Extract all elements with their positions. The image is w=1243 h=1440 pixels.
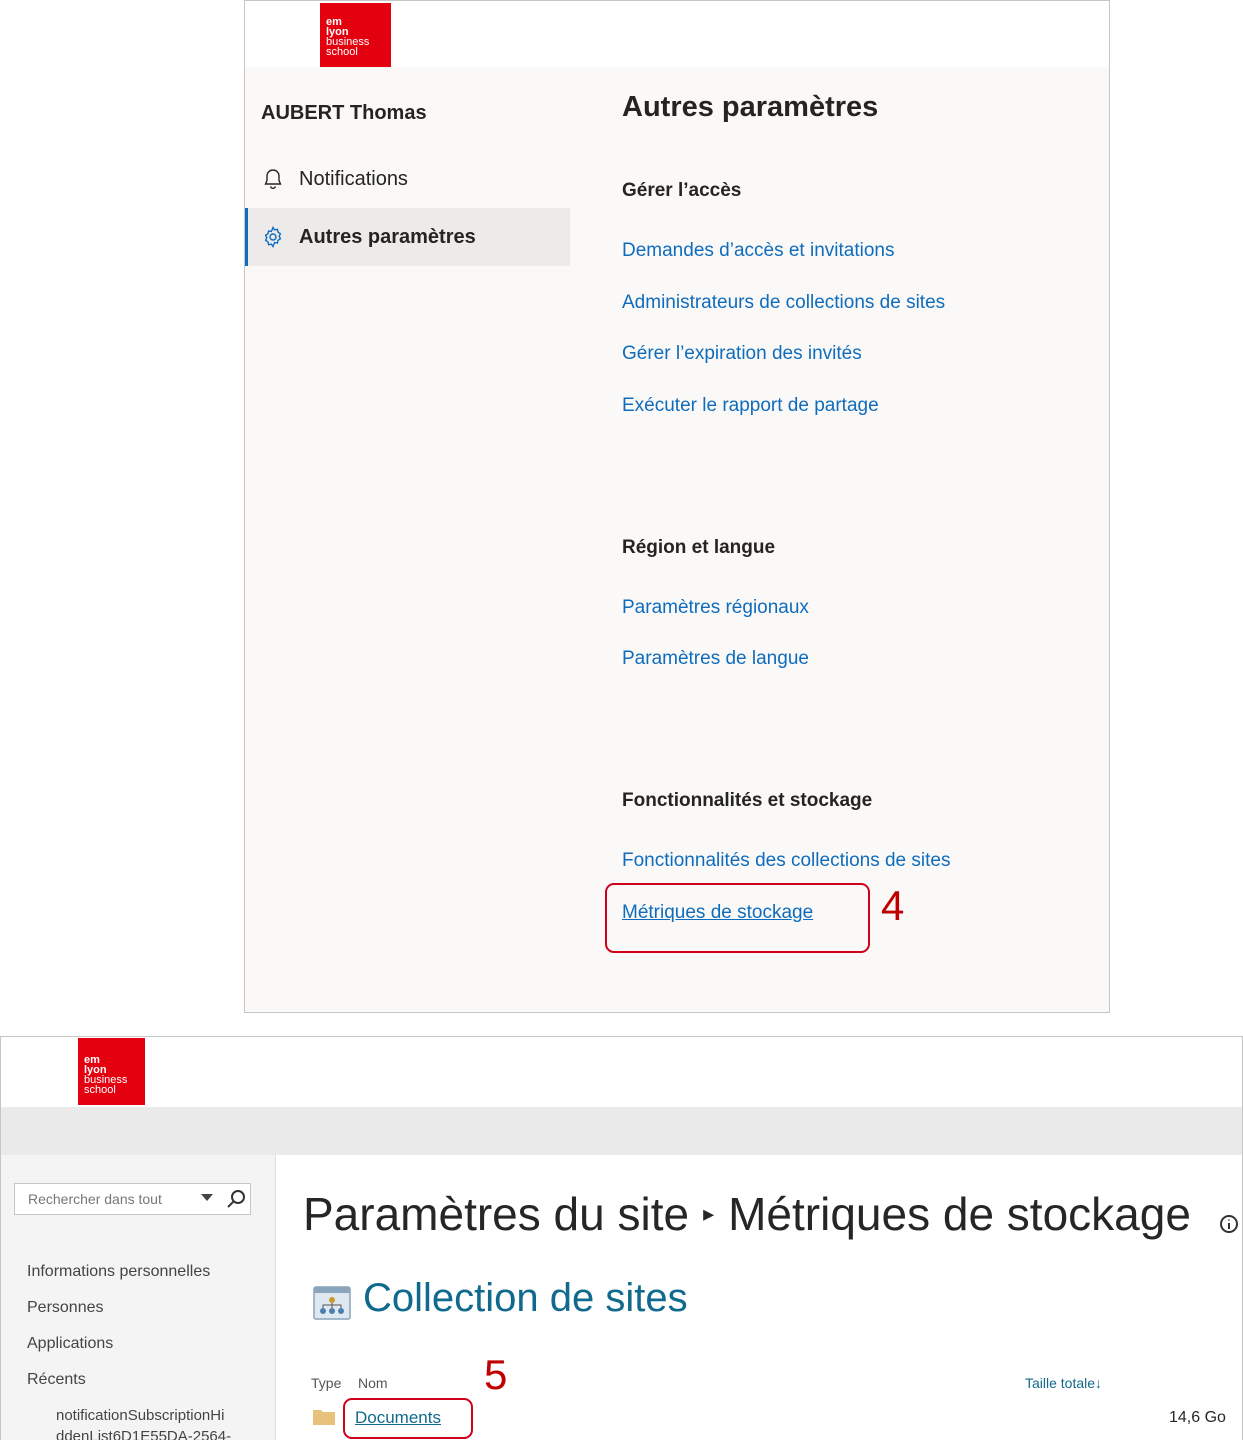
page-title: Autres paramètres bbox=[622, 91, 879, 123]
link-administrateurs[interactable]: Administrateurs de collections de sites bbox=[622, 292, 945, 314]
site-collection-icon bbox=[313, 1286, 351, 1320]
bell-icon bbox=[264, 169, 282, 190]
info-icon[interactable] bbox=[1217, 1212, 1241, 1236]
section-heading-region: Région et langue bbox=[622, 537, 776, 558]
emlyon-logo[interactable]: em lyon business school bbox=[320, 3, 391, 67]
column-header-name[interactable]: Nom bbox=[358, 1375, 388, 1391]
settings-panel: em lyon business school AUBERT Thomas No… bbox=[244, 0, 1110, 1013]
gear-icon bbox=[264, 226, 282, 248]
breadcrumb-separator: ▸ bbox=[703, 1200, 715, 1226]
sp-header: em lyon business school bbox=[1, 1037, 1242, 1107]
column-header-type[interactable]: Type bbox=[311, 1375, 341, 1391]
logo-text-school: school bbox=[84, 1084, 116, 1096]
link-expiration-invites[interactable]: Gérer l’expiration des invités bbox=[622, 343, 862, 365]
section-heading-fonctionnalites: Fonctionnalités et stockage bbox=[622, 790, 873, 811]
search-icon[interactable] bbox=[225, 1188, 247, 1210]
search-input[interactable] bbox=[15, 1184, 195, 1214]
nav-item-autres-parametres[interactable]: Autres paramètres bbox=[245, 208, 570, 266]
user-name: AUBERT Thomas bbox=[261, 102, 427, 124]
step-number-4: 4 bbox=[881, 882, 905, 929]
link-rapport-partage[interactable]: Exécuter le rapport de partage bbox=[622, 395, 879, 417]
section-heading-acces: Gérer l’accès bbox=[622, 180, 742, 201]
recent-item-line1[interactable]: notificationSubscriptionHi bbox=[56, 1405, 224, 1426]
left-navigation: Informations personnelles Personnes Appl… bbox=[1, 1155, 276, 1440]
search-box bbox=[14, 1183, 251, 1215]
nav-item-notifications[interactable]: Notifications bbox=[245, 150, 570, 208]
nav-recents[interactable]: Récents bbox=[27, 1371, 86, 1389]
table-row-documents-size: 14,6 Go bbox=[1169, 1409, 1226, 1426]
breadcrumb-storage-metrics: Métriques de stockage bbox=[728, 1188, 1191, 1240]
highlight-box-step4 bbox=[605, 883, 870, 953]
storage-metrics-page: em lyon business school Informations per… bbox=[0, 1036, 1243, 1440]
column-header-total-size[interactable]: Taille totale↓ bbox=[1025, 1375, 1102, 1391]
search-scope-dropdown-icon[interactable] bbox=[201, 1194, 213, 1201]
emlyon-logo[interactable]: em lyon business school bbox=[78, 1038, 145, 1105]
ribbon-band bbox=[1, 1107, 1242, 1155]
nav-item-label: Notifications bbox=[299, 167, 408, 190]
link-parametres-langue[interactable]: Paramètres de langue bbox=[622, 648, 809, 670]
folder-icon bbox=[313, 1410, 335, 1425]
link-fonctionnalites-collections[interactable]: Fonctionnalités des collections de sites bbox=[622, 850, 950, 872]
nav-personnes[interactable]: Personnes bbox=[27, 1299, 104, 1317]
link-parametres-regionaux[interactable]: Paramètres régionaux bbox=[622, 597, 809, 619]
highlight-box-step5 bbox=[343, 1398, 473, 1439]
step-number-5: 5 bbox=[484, 1351, 508, 1398]
recent-item-line2[interactable]: ddenList6D1E55DA-2564- bbox=[56, 1426, 231, 1440]
logo-text-school: school bbox=[326, 46, 358, 58]
breadcrumb: Paramètres du site ▸ Métriques de stockage bbox=[303, 1187, 1191, 1241]
link-demandes-acces[interactable]: Demandes d’accès et invitations bbox=[622, 240, 894, 262]
nav-item-label: Autres paramètres bbox=[299, 225, 476, 248]
top-header: em lyon business school bbox=[245, 1, 1109, 67]
nav-informations-personnelles[interactable]: Informations personnelles bbox=[27, 1263, 210, 1281]
collection-title: Collection de sites bbox=[363, 1276, 688, 1320]
breadcrumb-site-settings[interactable]: Paramètres du site bbox=[303, 1188, 689, 1240]
nav-applications[interactable]: Applications bbox=[27, 1335, 113, 1353]
